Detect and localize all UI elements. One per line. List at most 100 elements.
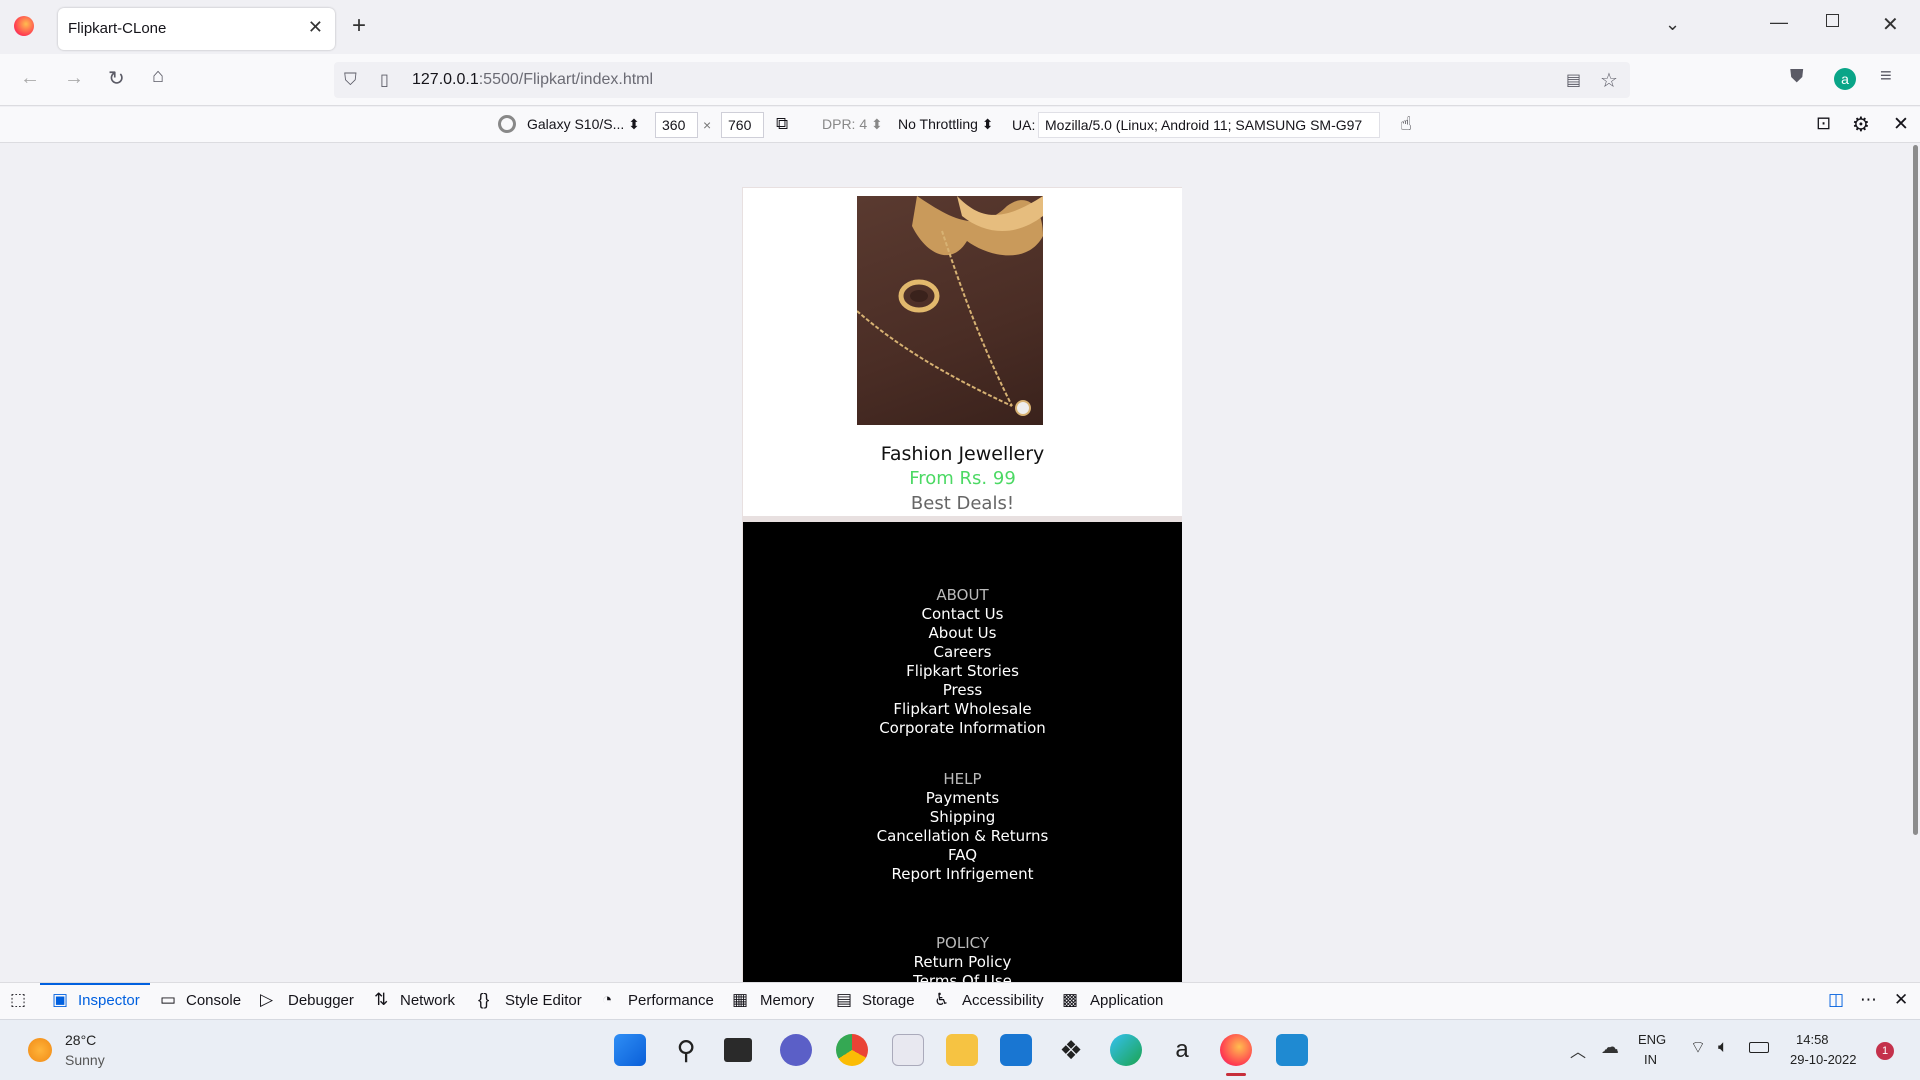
teams-chat-icon[interactable] — [780, 1034, 812, 1066]
footer-link-about-us[interactable]: About Us — [743, 624, 1182, 642]
tab-storage[interactable]: Storage — [862, 992, 915, 1009]
dpr-selector[interactable]: DPR: 4 ⬍ — [822, 116, 883, 133]
shield-icon[interactable]: ⛉ — [344, 70, 357, 90]
chevron-down-icon[interactable]: ⌄ — [1665, 14, 1680, 35]
close-devtools-icon[interactable]: ✕ — [1894, 990, 1908, 1010]
footer-link-payments[interactable]: Payments — [743, 789, 1182, 807]
throttling-label: No Throttling — [898, 116, 978, 132]
footer-link-corporate-information[interactable]: Corporate Information — [743, 719, 1182, 737]
tab-inspector[interactable]: Inspector — [78, 992, 140, 1009]
task-view-icon[interactable] — [724, 1038, 752, 1062]
tab-network[interactable]: Network — [400, 992, 455, 1009]
footer-link-flipkart-stories[interactable]: Flipkart Stories — [743, 662, 1182, 680]
mail-icon[interactable] — [1000, 1034, 1032, 1066]
bookmark-star-icon[interactable]: ☆ — [1600, 68, 1618, 93]
rotate-icon[interactable]: ⧉ — [776, 114, 788, 134]
chrome-icon[interactable] — [836, 1034, 868, 1066]
minimize-icon[interactable]: — — [1770, 12, 1788, 33]
reader-view-icon[interactable]: ▤ — [1566, 70, 1581, 90]
volume-icon[interactable]: 🔈︎ — [1718, 1037, 1728, 1057]
footer-link-careers[interactable]: Careers — [743, 643, 1182, 661]
touch-icon[interactable]: ☝ — [1400, 113, 1412, 136]
windows-taskbar: 28°C Sunny ⚲ ❖ a ︿ ☁ ENG IN ⌔ 🔈︎ 14:58 2… — [0, 1019, 1920, 1080]
onedrive-cloud-icon[interactable]: ☁ — [1601, 1037, 1619, 1058]
performance-icon: ◔ — [602, 990, 613, 1009]
dimension-separator: × — [703, 117, 712, 133]
console-icon: ▭ — [160, 990, 177, 1009]
tab-bar: Flipkart-CLone ✕ + ⌄ — ✕ — [0, 0, 1920, 54]
product-deal: Best Deals! — [910, 493, 1015, 514]
footer-link-shipping[interactable]: Shipping — [743, 808, 1182, 826]
windows-start-icon[interactable] — [614, 1034, 646, 1066]
forward-icon[interactable]: → — [64, 67, 84, 90]
footer-link-terms-of-use[interactable]: Terms Of Use — [743, 972, 1182, 982]
footer-link-report-infrigement[interactable]: Report Infrigement — [743, 865, 1182, 883]
url-host: 127.0.0.1 — [412, 71, 479, 88]
close-rdm-icon[interactable]: ✕ — [1893, 113, 1909, 136]
notification-badge[interactable]: 1 — [1876, 1042, 1894, 1060]
battery-icon[interactable] — [1749, 1042, 1769, 1053]
pocket-icon[interactable]: ⛊ — [1790, 66, 1804, 87]
account-avatar-icon[interactable]: a — [1834, 68, 1856, 90]
tab-debugger[interactable]: Debugger — [288, 992, 354, 1009]
back-icon[interactable]: ← — [20, 67, 40, 90]
memory-icon: ▦ — [732, 990, 749, 1009]
width-input[interactable]: 360 — [655, 112, 698, 138]
footer-link-contact-us[interactable]: Contact Us — [743, 605, 1182, 623]
product-name[interactable]: Fashion Jewellery — [743, 443, 1182, 465]
footer-link-flipkart-wholesale[interactable]: Flipkart Wholesale — [743, 700, 1182, 718]
chevron-up-icon[interactable]: ︿ — [1570, 1038, 1586, 1062]
tab-accessibility[interactable]: Accessibility — [962, 992, 1044, 1009]
user-agent-input[interactable]: Mozilla/5.0 (Linux; Android 11; SAMSUNG … — [1038, 112, 1380, 138]
edge-icon[interactable] — [1110, 1034, 1142, 1066]
footer-link-cancellation-returns[interactable]: Cancellation & Returns — [743, 827, 1182, 845]
wifi-icon[interactable]: ⌔ — [1690, 1037, 1706, 1058]
amazon-icon[interactable]: a — [1166, 1034, 1198, 1066]
browser-tab[interactable]: Flipkart-CLone ✕ — [58, 8, 335, 50]
language-line2: IN — [1644, 1052, 1657, 1067]
devtools-toolbar: ⬚ ▣ Inspector ▭ Console ▷ Debugger ⇅ Net… — [0, 982, 1920, 1019]
weather-temp[interactable]: 28°C — [65, 1032, 96, 1048]
file-explorer-icon[interactable] — [946, 1034, 978, 1066]
url-bar[interactable]: ⛉ ▯ 127.0.0.1:5500/Flipkart/index.html ▤… — [334, 62, 1630, 98]
element-picker-icon[interactable]: ⬚ — [10, 990, 26, 1010]
close-window-icon[interactable]: ✕ — [1882, 12, 1899, 37]
home-icon[interactable]: ⌂ — [152, 65, 164, 88]
menu-icon[interactable]: ≡ — [1880, 65, 1892, 88]
language-line1[interactable]: ENG — [1638, 1032, 1666, 1047]
firefox-icon[interactable] — [14, 16, 34, 36]
paint-icon[interactable] — [892, 1034, 924, 1066]
footer-link-return-policy[interactable]: Return Policy — [743, 953, 1182, 971]
footer-policy-heading: POLICY — [935, 934, 989, 952]
more-options-icon[interactable]: ⋯ — [1860, 990, 1877, 1010]
tab-performance[interactable]: Performance — [628, 992, 714, 1009]
footer-link-press[interactable]: Press — [743, 681, 1182, 699]
vscode-icon[interactable] — [1276, 1034, 1308, 1066]
screenshot-icon[interactable]: ⊡ — [1816, 113, 1831, 134]
footer-link-faq[interactable]: FAQ — [743, 846, 1182, 864]
firefox-taskbar-icon[interactable] — [1220, 1034, 1252, 1066]
height-input[interactable]: 760 — [721, 112, 764, 138]
jewellery-image[interactable] — [857, 196, 1043, 425]
device-selector[interactable]: Galaxy S10/S... ⬍ — [527, 116, 640, 133]
url-text[interactable]: 127.0.0.1:5500/Flipkart/index.html — [412, 71, 653, 89]
dock-side-icon[interactable]: ◫ — [1828, 990, 1844, 1010]
restore-icon[interactable] — [1826, 14, 1839, 27]
tab-memory[interactable]: Memory — [760, 992, 814, 1009]
throttling-selector[interactable]: No Throttling ⬍ — [898, 116, 994, 133]
url-path: :5500/Flipkart/index.html — [478, 71, 654, 88]
close-icon[interactable]: ✕ — [308, 17, 323, 38]
product-card[interactable]: Fashion Jewellery From Rs. 99 Best Deals… — [743, 188, 1182, 516]
page-scrollbar[interactable] — [1913, 145, 1918, 835]
tab-application[interactable]: Application — [1090, 992, 1163, 1009]
dropbox-icon[interactable]: ❖ — [1055, 1034, 1087, 1066]
product-price: From Rs. 99 — [909, 468, 1016, 489]
tab-style-editor[interactable]: Style Editor — [505, 992, 582, 1009]
new-tab-icon[interactable]: + — [352, 12, 366, 40]
search-icon[interactable]: ⚲ — [670, 1034, 702, 1066]
reload-icon[interactable]: ↻ — [108, 66, 125, 91]
settings-gear-icon[interactable]: ⚙ — [1852, 112, 1870, 137]
device-icon — [498, 115, 516, 133]
tab-console[interactable]: Console — [186, 992, 241, 1009]
clock-time[interactable]: 14:58 — [1796, 1032, 1829, 1047]
